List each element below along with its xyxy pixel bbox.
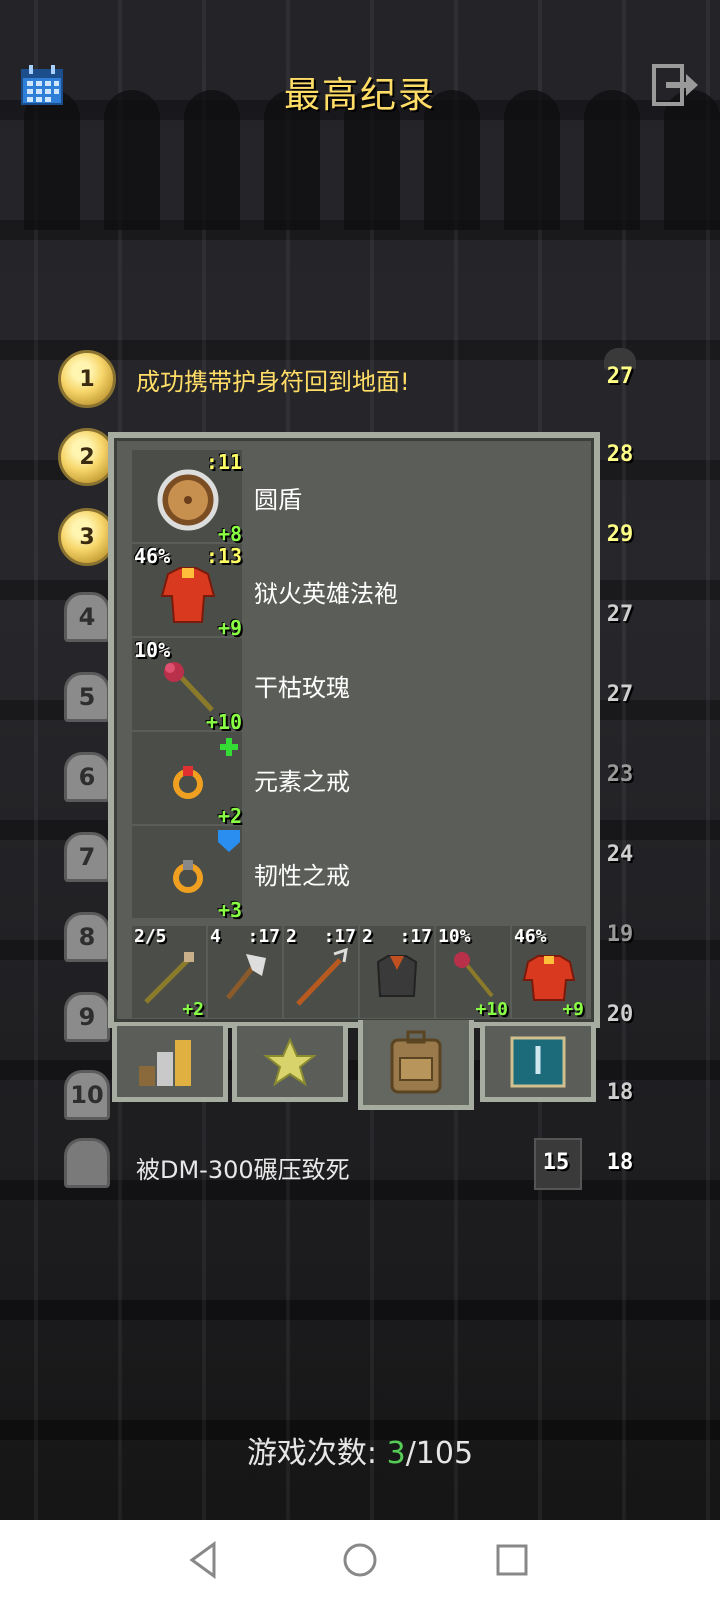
quickslot-charge: :17 (399, 926, 432, 947)
record-level: 23 (606, 762, 634, 787)
record-row[interactable]: 1 成功携带护身符回到地面! 27 (0, 346, 720, 416)
item-name: 元素之戒 (254, 768, 350, 796)
rank-tombstone: 10 (64, 1070, 110, 1120)
quickslot[interactable]: 46% +9 (512, 926, 586, 1020)
item-upgrade: +9 (217, 616, 242, 640)
quickslot[interactable]: 4 :17 (208, 926, 284, 1018)
quickslot-upgrade: +10 (475, 999, 508, 1020)
tab-badges[interactable] (232, 1026, 348, 1102)
counter-total: /105 (405, 1436, 474, 1471)
stats-icon (139, 1039, 191, 1086)
home-icon[interactable] (338, 1538, 382, 1582)
rank-tombstone: 8 (64, 912, 110, 962)
grave-icon (64, 1138, 110, 1188)
item-name: 圆盾 (254, 486, 302, 514)
games-played-counter: 游戏次数: 3/105 (0, 1428, 720, 1472)
quickslot-upgrade: +9 (562, 999, 584, 1020)
counter-label: 游戏次数: (246, 1436, 378, 1471)
quickslot[interactable]: 2 :17 (284, 926, 360, 1018)
record-level: 29 (606, 522, 634, 547)
record-level: 18 (606, 1080, 634, 1105)
quickslot-charge: :17 (247, 926, 280, 947)
quickslot-count: 2 (362, 926, 373, 947)
record-level: 20 (606, 1002, 634, 1027)
record-description: 成功携带护身符回到地面! (136, 368, 410, 396)
item-percent: 10% (134, 638, 171, 662)
quickslot-count: 4 (210, 926, 221, 947)
item-row[interactable]: +3 韧性之戒 (132, 826, 588, 922)
rank-tombstone: 9 (64, 992, 110, 1042)
quickslot[interactable]: 2 :17 (360, 926, 436, 1018)
record-level: 27 (606, 364, 634, 389)
item-slot[interactable]: +2 (132, 732, 242, 828)
item-charge: :11 (205, 450, 242, 474)
item-row[interactable]: +2 元素之戒 (132, 732, 588, 828)
record-level: 27 (606, 602, 634, 627)
item-name: 干枯玫瑰 (254, 674, 350, 702)
backpack-icon (390, 1030, 442, 1093)
tab-inventory[interactable] (358, 1020, 474, 1110)
tab-hero[interactable] (480, 1026, 596, 1102)
quickslot-percent: 10% (438, 926, 471, 947)
rank-tombstone: 7 (64, 832, 110, 882)
item-upgrade: +2 (217, 804, 242, 828)
item-slot[interactable]: 46% :13 +9 (132, 544, 242, 640)
quickslot[interactable]: 10% +10 (436, 926, 512, 1020)
star-icon (263, 1037, 317, 1086)
quickslot-percent: 46% (514, 926, 547, 947)
quickslot-count: 2 (286, 926, 297, 947)
item-row[interactable]: 46% :13 +9 狱火英雄法袍 (132, 544, 588, 640)
page-title: 最高纪录 (283, 75, 436, 116)
quickslot-charge: 2/5 (134, 926, 167, 947)
tab-stats[interactable] (112, 1026, 228, 1102)
exit-icon[interactable] (652, 64, 700, 106)
rank-tombstone: 6 (64, 752, 110, 802)
record-level: 24 (606, 842, 634, 867)
item-slot[interactable]: :11 +8 (132, 450, 242, 546)
record-description: 被DM-300碾压致死 (136, 1156, 350, 1184)
item-row[interactable]: :11 +8 圆盾 (132, 450, 588, 546)
item-charge: :13 (205, 544, 242, 568)
record-level: 27 (606, 682, 634, 707)
item-name: 韧性之戒 (254, 862, 350, 890)
item-name: 狱火英雄法袍 (254, 580, 398, 608)
rank-tombstone: 5 (64, 672, 110, 722)
record-level: 18 (606, 1150, 634, 1175)
quickslot[interactable]: 2/5 +2 (132, 926, 208, 1020)
item-upgrade: +8 (217, 522, 242, 546)
item-slot[interactable]: 10% +10 (132, 638, 242, 734)
record-level: 19 (606, 922, 634, 947)
item-upgrade: +3 (217, 898, 242, 922)
counter-current: 3 (386, 1436, 406, 1471)
top-bar: 最高纪录 (0, 48, 720, 128)
rank-tombstone: 4 (64, 592, 110, 642)
hero-portrait-icon (510, 1036, 566, 1087)
quickslot-upgrade: +2 (182, 999, 204, 1020)
quickslot-charge: :17 (323, 926, 356, 947)
record-row[interactable]: 被DM-300碾压致死 15 18 (0, 1128, 720, 1202)
item-slot[interactable]: +3 (132, 826, 242, 922)
rank-medal: 1 (58, 350, 116, 408)
back-icon[interactable] (182, 1538, 226, 1582)
record-depth: 15 (542, 1150, 570, 1175)
quickslot-bar: 2/5 +2 4 :17 2 :17 2 :17 10% +10 46% +9 (132, 926, 588, 1020)
system-nav-bar (0, 1520, 720, 1600)
recents-icon[interactable] (490, 1538, 534, 1582)
record-level: 28 (606, 442, 634, 467)
item-upgrade: +10 (205, 710, 242, 734)
item-row[interactable]: 10% +10 干枯玫瑰 (132, 638, 588, 734)
hero-details-panel: :11 +8 圆盾 46% :13 +9 狱火英雄法袍 10% +10 干枯玫瑰 (108, 432, 600, 1028)
item-percent: 46% (134, 544, 171, 568)
